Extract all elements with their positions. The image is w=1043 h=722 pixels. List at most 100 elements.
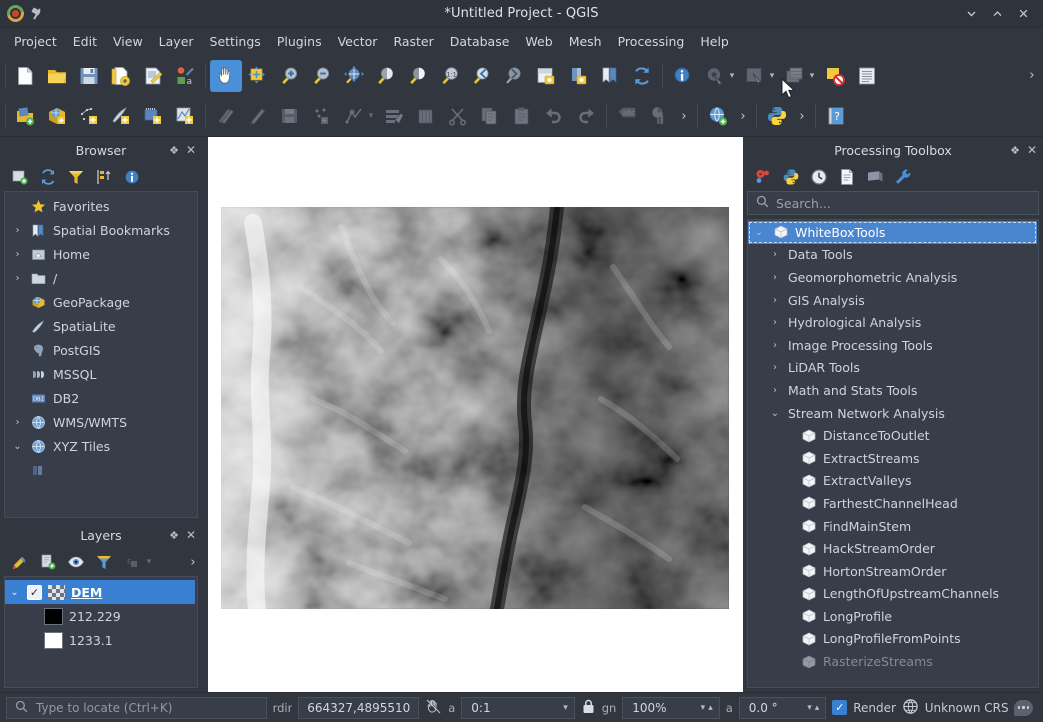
expand-arrow-icon[interactable]: ›: [11, 273, 24, 284]
menu-processing[interactable]: Processing: [610, 31, 693, 52]
browser-item-home[interactable]: › Home: [5, 242, 197, 266]
add-spatialite-layer-button[interactable]: [105, 100, 137, 132]
metasearch-button[interactable]: [702, 100, 734, 132]
add-delimited-text-layer-button[interactable]: [73, 100, 105, 132]
new-map-view-button[interactable]: [530, 60, 562, 92]
browser-item-root[interactable]: › /: [5, 266, 197, 290]
processing-tool-rasterizestreams[interactable]: RasterizeStreams: [748, 650, 1038, 673]
menu-database[interactable]: Database: [442, 31, 518, 52]
layers-tree[interactable]: ⌄ ✓ DEM 212.229 1233.1: [4, 576, 198, 688]
browser-float-icon[interactable]: ❖: [169, 145, 179, 156]
browser-item-postgis[interactable]: › PostGIS: [5, 338, 197, 362]
open-layer-styling-panel-button[interactable]: [8, 550, 32, 574]
options-wrench-button[interactable]: [891, 165, 915, 189]
menu-project[interactable]: Project: [6, 31, 65, 52]
browser-item-geopackage[interactable]: › GeoPackage: [5, 290, 197, 314]
add-vector-layer-button[interactable]: [41, 100, 73, 132]
new-project-button[interactable]: [9, 60, 41, 92]
new-3d-map-view-button[interactable]: [562, 60, 594, 92]
processing-tool-extractstreams[interactable]: ExtractStreams: [748, 447, 1038, 470]
identify-features-button[interactable]: [667, 60, 699, 92]
vertex-tool-caret-icon[interactable]: ▾: [366, 100, 376, 132]
rotation-spinbox[interactable]: 0.0 ° ▾ ▴: [739, 697, 827, 719]
processing-tool-hortonstreamorder[interactable]: HortonStreamOrder: [748, 560, 1038, 583]
processing-tool-lengthofupstreamchannels[interactable]: LengthOfUpstreamChannels: [748, 583, 1038, 606]
python-console-button[interactable]: [761, 100, 793, 132]
processing-node-gis-analysis[interactable]: › GIS Analysis: [748, 289, 1038, 312]
collapse-arrow-icon[interactable]: ⌄: [11, 441, 24, 452]
save-layer-edits-button[interactable]: [274, 100, 306, 132]
processing-node-image-processing-tools[interactable]: › Image Processing Tools: [748, 334, 1038, 357]
processing-tool-longprofile[interactable]: LongProfile: [748, 605, 1038, 628]
web-toolbar-overflow-button[interactable]: ›: [734, 100, 752, 132]
processing-close-icon[interactable]: ✕: [1027, 144, 1037, 156]
layer-diagram-options-button[interactable]: [643, 100, 675, 132]
magnifier-stepper[interactable]: ▾ ▴: [701, 703, 713, 713]
modify-attributes-button[interactable]: [378, 100, 410, 132]
chevron-down-icon[interactable]: ▾: [807, 703, 812, 713]
zoom-to-layer-button[interactable]: [402, 60, 434, 92]
crs-globe-icon[interactable]: [902, 698, 919, 718]
zoom-native-1-1-button[interactable]: 1:1: [434, 60, 466, 92]
cut-features-button[interactable]: [442, 100, 474, 132]
processing-tool-findmainstem[interactable]: FindMainStem: [748, 515, 1038, 538]
collapse-all-button[interactable]: [92, 165, 116, 189]
select-features-button[interactable]: [739, 60, 771, 92]
zoom-next-button[interactable]: [498, 60, 530, 92]
undo-button[interactable]: [538, 100, 570, 132]
zoom-out-button[interactable]: [306, 60, 338, 92]
menu-web[interactable]: Web: [517, 31, 560, 52]
processing-search-input[interactable]: Search...: [747, 191, 1039, 215]
refresh-browser-button[interactable]: [36, 165, 60, 189]
processing-tool-longprofilefrompoints[interactable]: LongProfileFromPoints: [748, 628, 1038, 651]
deselect-features-button[interactable]: [819, 60, 851, 92]
collapse-arrow-icon[interactable]: ⌄: [8, 587, 21, 598]
results-viewer-button[interactable]: [835, 165, 859, 189]
browser-tree[interactable]: › Favorites › Spatial Bookmarks › Home ›: [4, 191, 198, 518]
processing-node-lidar-tools[interactable]: › LiDAR Tools: [748, 357, 1038, 380]
add-virtual-layer-button[interactable]: [169, 100, 201, 132]
menu-view[interactable]: View: [105, 31, 151, 52]
expand-arrow-icon[interactable]: ›: [768, 362, 782, 373]
processing-tree[interactable]: ⌄ WhiteBoxTools › Data Tools › Geomorpho…: [747, 219, 1039, 688]
layer-labeling-options-button[interactable]: abc: [611, 100, 643, 132]
zoom-last-button[interactable]: [466, 60, 498, 92]
browser-close-icon[interactable]: ✕: [186, 144, 196, 156]
menu-raster[interactable]: Raster: [385, 31, 441, 52]
browser-item-favorites[interactable]: › Favorites: [5, 194, 197, 218]
open-field-calculator-button[interactable]: [851, 60, 883, 92]
zoom-to-selection-button[interactable]: [370, 60, 402, 92]
delete-selected-button[interactable]: [410, 100, 442, 132]
minimize-button[interactable]: [959, 3, 983, 25]
browser-item-wms-wmts[interactable]: › WMS/WMTS: [5, 410, 197, 434]
refresh-button[interactable]: [626, 60, 658, 92]
digitizing-toolbar-overflow-button[interactable]: ›: [675, 100, 693, 132]
pin-icon[interactable]: [30, 7, 44, 21]
expand-arrow-icon[interactable]: ›: [768, 295, 782, 306]
pan-map-button[interactable]: [210, 60, 242, 92]
expand-arrow-icon[interactable]: ›: [768, 385, 782, 396]
menu-edit[interactable]: Edit: [65, 31, 105, 52]
plugins-toolbar-overflow-button[interactable]: ›: [793, 100, 811, 132]
add-group-button[interactable]: [36, 550, 60, 574]
filter-legend-caret-icon[interactable]: ▾: [144, 550, 154, 574]
chevron-up-icon[interactable]: ▴: [815, 703, 820, 713]
layers-close-icon[interactable]: ✕: [186, 529, 196, 541]
expand-arrow-icon[interactable]: ›: [768, 340, 782, 351]
menu-help[interactable]: Help: [692, 31, 737, 52]
run-feature-action-button[interactable]: [699, 60, 731, 92]
scale-combobox[interactable]: 0:1 ▾: [461, 697, 574, 719]
toggle-extents-icon[interactable]: [425, 698, 442, 718]
toolbar-overflow-button[interactable]: ›: [1023, 60, 1041, 92]
chevron-down-icon[interactable]: ▾: [563, 703, 568, 713]
coordinate-field[interactable]: 664327,4895510: [298, 697, 419, 719]
processing-node-stream-network-analysis[interactable]: ⌄ Stream Network Analysis: [748, 402, 1038, 425]
show-bookmarks-button[interactable]: [594, 60, 626, 92]
toolbar-grip-2[interactable]: [2, 103, 9, 129]
layers-toolbar-overflow-button[interactable]: ›: [184, 546, 202, 578]
history-clock-button[interactable]: [807, 165, 831, 189]
locator-search-input[interactable]: Type to locate (Ctrl+K): [6, 697, 267, 719]
add-selected-layers-button[interactable]: [8, 165, 32, 189]
chevron-down-icon[interactable]: ▾: [701, 703, 706, 713]
toolbar-grip[interactable]: [2, 63, 9, 89]
